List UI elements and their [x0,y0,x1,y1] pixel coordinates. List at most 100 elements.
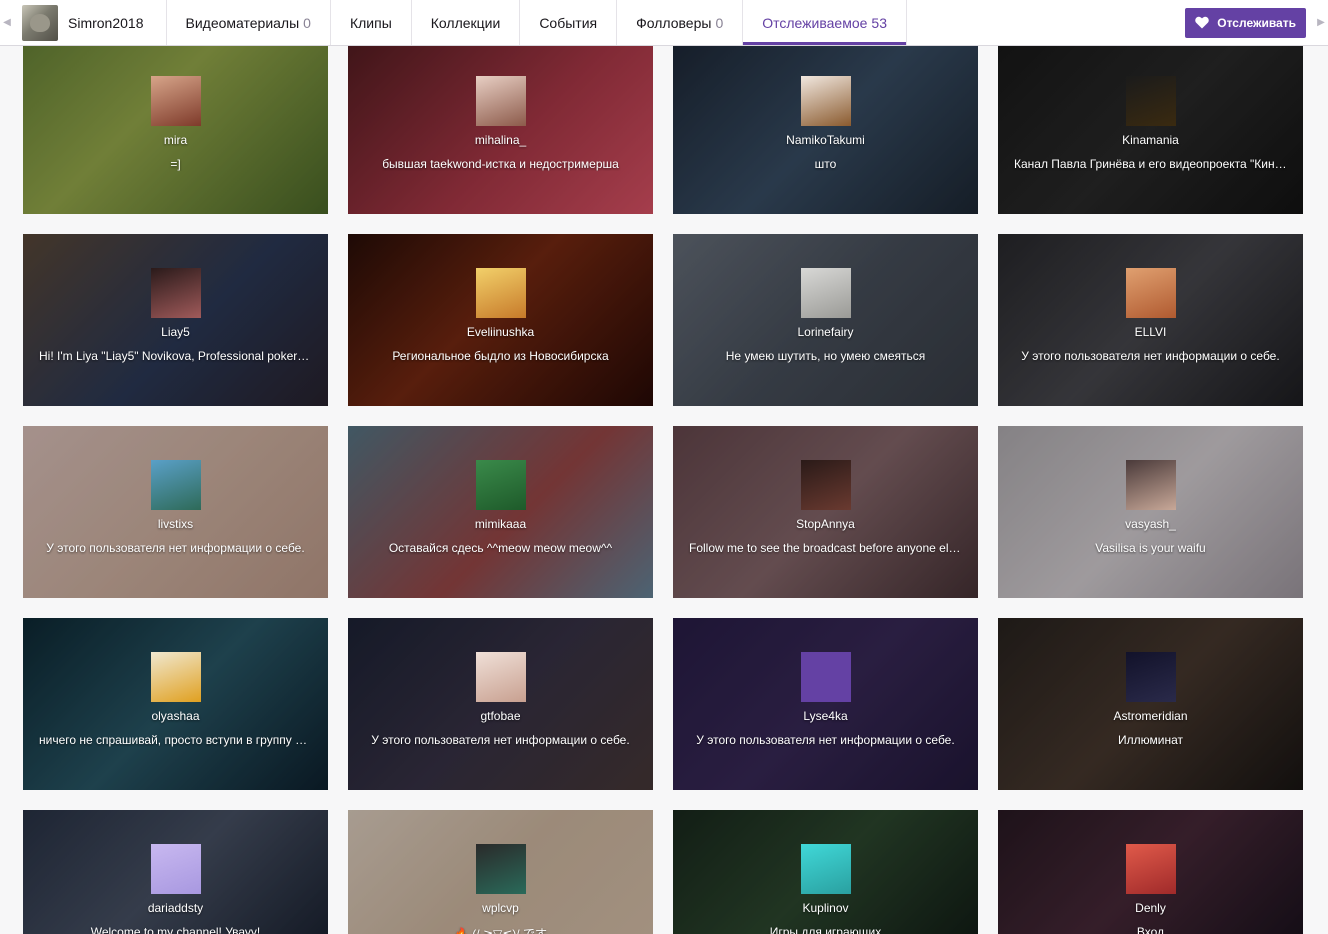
follow-button-label: Отслеживать [1217,15,1296,30]
card-username[interactable]: vasyash_ [1125,517,1176,531]
card-avatar[interactable] [475,76,526,126]
card-content: Liay5 Hi! I'm Liya "Liay5" Novikova, Prof… [23,268,328,363]
channel-card[interactable]: livstixs У этого пользователя нет информа… [23,426,328,598]
card-bio: Региональное быдло из Новосибирска [392,349,609,363]
scroll-left-icon[interactable]: ◀ [0,0,14,45]
channel-card[interactable]: Astromeridian Иллюминат [998,618,1303,790]
card-avatar[interactable] [150,652,201,702]
card-avatar[interactable] [1125,652,1176,702]
card-avatar[interactable] [150,844,201,894]
channel-card[interactable]: mihalina_ бывшая taekwond-истка и недостр… [348,46,653,214]
channel-card[interactable]: Kinamania Канал Павла Гринёва и его видео… [998,46,1303,214]
card-bio: =] [170,157,181,171]
card-content: Kuplinov Игры для играющих [673,844,978,934]
card-username[interactable]: Denly [1135,901,1166,915]
tab-collections[interactable]: Коллекции [412,0,521,45]
card-avatar[interactable] [1125,460,1176,510]
card-bio: ничего не спрашивай, просто вступи в гру… [39,733,318,747]
tab-label: Видеоматериалы [185,14,300,31]
card-avatar[interactable] [1125,76,1176,126]
card-username[interactable]: Astromeridian [1113,709,1187,723]
tab-events[interactable]: События [520,0,618,45]
channel-info[interactable]: Simron2018 [14,0,167,45]
card-username[interactable]: gtfobae [480,709,520,723]
card-avatar[interactable] [150,460,201,510]
card-avatar[interactable] [1125,844,1176,894]
channel-card[interactable]: Kuplinov Игры для играющих [673,810,978,934]
card-avatar[interactable] [475,652,526,702]
card-username[interactable]: livstixs [158,517,193,531]
card-avatar[interactable] [475,844,526,894]
card-username[interactable]: Eveliinushka [467,325,534,339]
card-avatar[interactable] [150,268,201,318]
follow-button[interactable]: Отслеживать [1185,7,1306,38]
card-username[interactable]: olyashaa [151,709,199,723]
channel-card[interactable]: Lyse4ka У этого пользователя нет информац… [673,618,978,790]
card-avatar[interactable] [1125,268,1176,318]
card-avatar[interactable] [800,268,851,318]
card-avatar[interactable] [800,460,851,510]
card-content: olyashaa ничего не спрашивай, просто всту… [23,652,328,747]
channel-card[interactable]: vasyash_ Vasilisa is your waifu [998,426,1303,598]
card-content: Denly Вход [998,844,1303,934]
card-avatar[interactable] [475,268,526,318]
channel-card[interactable]: Denly Вход [998,810,1303,934]
card-username[interactable]: Kuplinov [802,901,848,915]
card-username[interactable]: Lorinefairy [797,325,853,339]
card-bio: Hi! I'm Liya "Liay5" Novikova, Professio… [39,349,318,363]
card-username[interactable]: wplcvp [482,901,519,915]
card-username[interactable]: mihalina_ [475,133,526,147]
channel-card[interactable]: Lorinefairy Не умею шутить, но умею смеят… [673,234,978,406]
channel-avatar[interactable] [22,4,58,41]
card-username[interactable]: dariaddsty [148,901,203,915]
tab-count: 53 [871,14,887,31]
channel-card[interactable]: NamikoTakumi што [673,46,978,214]
card-avatar[interactable] [800,76,851,126]
channel-card[interactable]: wplcvp 🔥 (/ ≧▽≦)/ です [348,810,653,934]
card-username[interactable]: mira [164,133,187,147]
card-content: ELLVI У этого пользователя нет информации… [998,268,1303,363]
card-bio: Не умею шутить, но умею смеяться [725,349,926,363]
tab-label: Фолловеры [636,14,712,31]
card-bio: Вход [1136,925,1165,934]
card-content: mira =] [23,76,328,171]
card-bio: Канал Павла Гринёва и его видеопроекта "… [1014,157,1293,171]
channel-card[interactable]: mira =] [23,46,328,214]
channel-name[interactable]: Simron2018 [68,15,144,31]
card-avatar[interactable] [475,460,526,510]
card-bio: 🔥 (/ ≧▽≦)/ です [454,927,547,934]
card-content: mihalina_ бывшая taekwond-истка и недостр… [348,76,653,171]
card-avatar[interactable] [800,652,851,702]
card-username[interactable]: Liay5 [161,325,190,339]
channel-card[interactable]: dariaddsty Welcome to my channel! Увауу! [23,810,328,934]
card-username[interactable]: mimikaaa [475,517,526,531]
tab-following[interactable]: Отслеживаемое 53 [743,0,907,45]
channel-tabs: Видеоматериалы 0 Клипы Коллекции События… [167,0,907,45]
channel-card[interactable]: mimikaaa Оставайся сдесь ^^meow meow meow… [348,426,653,598]
channel-card[interactable]: Liay5 Hi! I'm Liya "Liay5" Novikova, Prof… [23,234,328,406]
card-bio: Follow me to see the broadcast before an… [689,541,968,555]
card-bio: Vasilisa is your waifu [1095,541,1206,555]
tab-followers[interactable]: Фолловеры 0 [617,0,744,45]
card-username[interactable]: ELLVI [1135,325,1167,339]
channel-card[interactable]: ELLVI У этого пользователя нет информации… [998,234,1303,406]
heart-icon [1195,16,1209,29]
scroll-right-icon[interactable]: ▶ [1314,0,1328,45]
channel-card[interactable]: Eveliinushka Региональное быдло из Новоси… [348,234,653,406]
channel-card[interactable]: StopAnnya Follow me to see the broadcast … [673,426,978,598]
channel-card[interactable]: gtfobae У этого пользователя нет информац… [348,618,653,790]
tab-label: События [539,14,598,31]
card-content: dariaddsty Welcome to my channel! Увауу! [23,844,328,934]
card-username[interactable]: StopAnnya [796,517,855,531]
card-username[interactable]: Kinamania [1122,133,1179,147]
card-avatar[interactable] [800,844,851,894]
tab-videos[interactable]: Видеоматериалы 0 [167,0,331,45]
channel-card[interactable]: olyashaa ничего не спрашивай, просто всту… [23,618,328,790]
card-avatar[interactable] [150,76,201,126]
card-bio: Иллюминат [1118,733,1183,747]
card-username[interactable]: NamikoTakumi [786,133,865,147]
tab-clips[interactable]: Клипы [331,0,412,45]
card-content: vasyash_ Vasilisa is your waifu [998,460,1303,555]
channel-header: ◀ Simron2018 Видеоматериалы 0 Клипы Колл… [0,0,1328,46]
card-username[interactable]: Lyse4ka [803,709,847,723]
